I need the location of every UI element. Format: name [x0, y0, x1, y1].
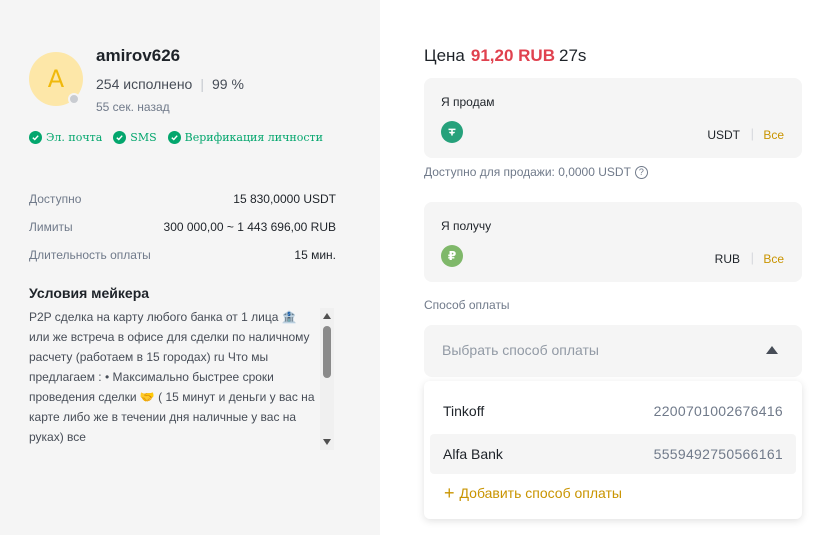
sell-all-button[interactable]: Все	[763, 128, 784, 142]
payment-option-alfa-bank[interactable]: Alfa Bank 5559492750566161	[430, 434, 796, 474]
verification-badges: Эл. почта SMS Верификация личности	[29, 131, 323, 144]
check-circle-icon	[29, 131, 42, 144]
payment-method-label: Способ оплаты	[424, 298, 510, 312]
terms-scrollbar[interactable]	[320, 308, 334, 450]
online-status-dot	[68, 93, 80, 105]
add-payment-method-button[interactable]: + Добавить способ оплаты	[444, 483, 622, 503]
payment-option-tinkoff[interactable]: Tinkoff 2200701002676416	[430, 391, 796, 431]
price-value: 91,20 RUB	[470, 46, 555, 65]
rub-coin-icon: ₽	[441, 245, 463, 267]
payment-method-select[interactable]: Выбрать способ оплаты	[424, 325, 802, 377]
verif-sms: SMS	[113, 131, 157, 144]
check-circle-icon	[113, 131, 127, 144]
price-line: Цена 91,20 RUB 27s	[424, 46, 587, 65]
available-to-sell: Доступно для продажи: 0,0000 USDT ?	[424, 165, 648, 179]
payment-method-dropdown: Tinkoff 2200701002676416 Alfa Bank 55594…	[424, 381, 802, 519]
completion-rate: 99 %	[211, 76, 244, 92]
receive-currency: RUB	[714, 252, 740, 266]
sell-currency: USDT	[707, 128, 740, 142]
caret-up-icon[interactable]	[766, 346, 778, 354]
scroll-up-arrow-icon[interactable]	[323, 313, 331, 319]
verif-identity: Верификация личности	[167, 131, 323, 144]
trade-panel: Цена 91,20 RUB 27s Я продам USDT | Все Дос…	[380, 0, 826, 535]
merchant-username[interactable]: amirov626	[96, 46, 180, 66]
maker-terms-text: P2P сделка на карту любого банка от 1 ли…	[29, 310, 315, 444]
maker-terms-title: Условия мейкера	[29, 285, 150, 301]
last-seen: 55 сек. назад	[96, 100, 170, 114]
receive-amount-input[interactable]: Я получу ₽ RUB | Все	[424, 202, 802, 282]
verif-email: Эл. почта	[29, 131, 102, 144]
scroll-down-arrow-icon[interactable]	[323, 439, 331, 445]
detail-available: Доступно 15 830,0000 USDT	[29, 192, 336, 206]
detail-payment-duration: Длительность оплаты 15 мин.	[29, 248, 336, 262]
question-circle-icon[interactable]: ?	[634, 165, 648, 179]
merchant-panel: A amirov626 254 исполнено | 99 % 55 сек. н…	[0, 0, 380, 535]
receive-all-button[interactable]: Все	[763, 252, 784, 266]
orders-completed: 254 исполнено	[96, 76, 193, 92]
merchant-stats: 254 исполнено | 99 %	[96, 76, 244, 92]
detail-limits: Лимиты 300 000,00 ~ 1 443 696,00 RUB	[29, 220, 336, 234]
payment-method-placeholder: Выбрать способ оплаты	[442, 342, 599, 358]
price-timer: 27s	[558, 46, 587, 65]
sell-amount-input[interactable]: Я продам USDT | Все	[424, 78, 802, 158]
plus-icon: +	[444, 483, 455, 503]
usdt-coin-icon	[441, 121, 463, 143]
check-circle-icon	[167, 131, 181, 144]
scroll-thumb[interactable]	[323, 326, 331, 378]
